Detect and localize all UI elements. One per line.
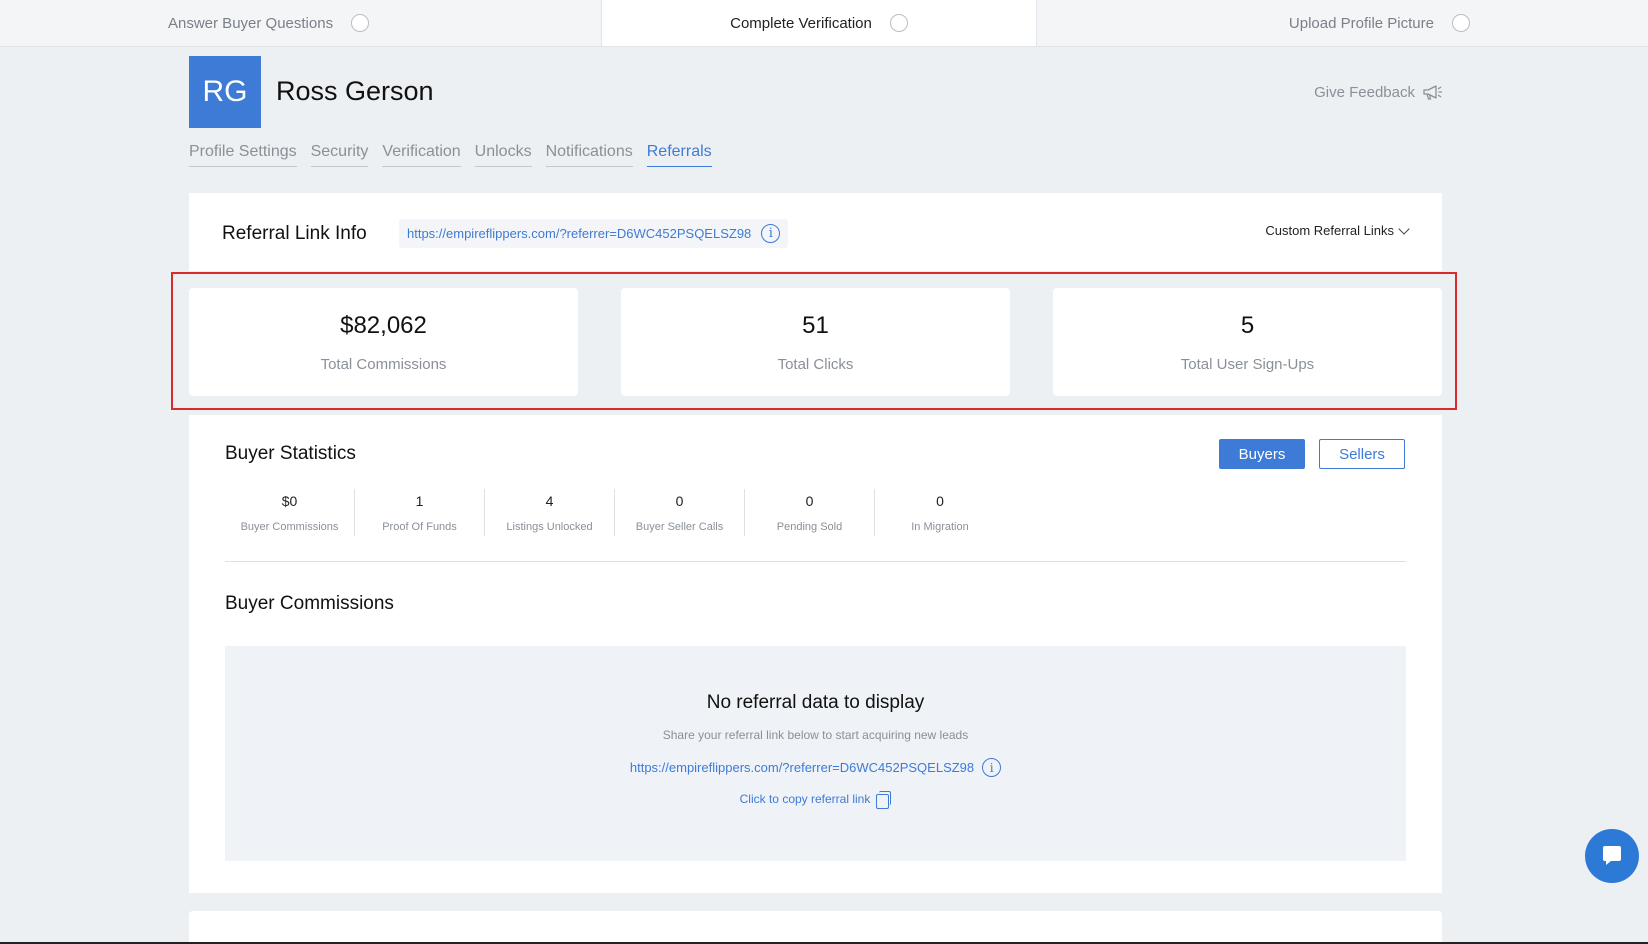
referral-link-card: Referral Link Info https://empireflipper… [189, 193, 1442, 271]
give-feedback-label: Give Feedback [1314, 83, 1415, 101]
custom-referral-links-label: Custom Referral Links [1265, 223, 1394, 238]
referral-link-pill[interactable]: https://empireflippers.com/?referrer=D6W… [399, 219, 789, 248]
stat-label: Total Clicks [777, 356, 854, 373]
buyer-stat-buyer-seller-calls: 0 Buyer Seller Calls [615, 489, 745, 536]
step-circle-icon [889, 14, 908, 32]
info-icon[interactable]: i [982, 758, 1002, 777]
buyer-stat-value: 0 [805, 493, 814, 509]
buyer-statistics-card: Buyer Statistics Buyers Sellers $0 Buyer… [189, 415, 1442, 893]
tab-verification[interactable]: Verification [382, 143, 461, 167]
stat-value: 51 [802, 312, 829, 339]
buyer-statistics-title: Buyer Statistics [225, 443, 356, 464]
profile-tabs: Profile Settings Security Verification U… [189, 143, 712, 167]
empty-state-panel: No referral data to display Share your r… [225, 646, 1406, 861]
buyer-stat-in-migration: 0 In Migration [875, 489, 1005, 536]
buyer-stat-label: Buyer Seller Calls [635, 521, 724, 533]
stat-total-clicks: 51 Total Clicks [621, 288, 1010, 396]
stat-value: $82,062 [340, 312, 427, 339]
referral-link-title: Referral Link Info [222, 223, 367, 244]
buyer-stat-value: 1 [415, 493, 424, 509]
tab-unlocks[interactable]: Unlocks [474, 143, 532, 167]
buyer-stat-value: 0 [936, 493, 944, 509]
buyer-stat-label: In Migration [911, 521, 969, 533]
referral-link-url[interactable]: https://empireflippers.com/?referrer=D6W… [407, 226, 751, 241]
sellers-button[interactable]: Sellers [1319, 439, 1405, 469]
buyer-stat-value: 0 [675, 493, 684, 509]
buyer-stats-row: $0 Buyer Commissions 1 Proof Of Funds 4 … [225, 489, 1005, 536]
buyer-stat-value: 4 [545, 493, 554, 509]
buyer-stat-buyer-commissions: $0 Buyer Commissions [225, 489, 355, 536]
empty-state-title: No referral data to display [706, 692, 925, 713]
info-icon[interactable]: i [761, 224, 781, 243]
empty-state-subtitle: Share your referral link below to start … [662, 728, 969, 742]
copy-referral-link-button[interactable]: Click to copy referral link [225, 791, 1406, 809]
buyer-stat-label: Pending Sold [776, 521, 843, 533]
custom-referral-links-dropdown[interactable]: Custom Referral Links [1265, 222, 1410, 238]
chat-widget-button[interactable] [1585, 829, 1639, 883]
stat-total-commissions: $82,062 Total Commissions [189, 288, 578, 396]
step-circle-icon [1451, 14, 1470, 32]
step-label: Answer Buyer Questions [168, 14, 334, 32]
step-answer-buyer-questions[interactable]: Answer Buyer Questions [0, 0, 601, 46]
step-label: Complete Verification [730, 14, 872, 32]
give-feedback-button[interactable]: Give Feedback [1314, 82, 1443, 102]
copy-icon [876, 791, 892, 809]
buyer-stat-listings-unlocked: 4 Listings Unlocked [485, 489, 615, 536]
tab-profile-settings[interactable]: Profile Settings [189, 143, 297, 167]
buyer-stat-label: Buyer Commissions [240, 521, 339, 533]
step-label: Upload Profile Picture [1288, 14, 1434, 32]
empty-state-referral-url[interactable]: https://empireflippers.com/?referrer=D6W… [630, 760, 974, 775]
onboarding-progress-bar: Answer Buyer Questions Complete Verifica… [0, 0, 1648, 47]
stat-value: 5 [1240, 312, 1255, 339]
step-circle-icon [351, 14, 370, 32]
buyer-commissions-title: Buyer Commissions [225, 593, 394, 614]
avatar: RG [189, 56, 261, 128]
tab-referrals[interactable]: Referrals [646, 143, 712, 167]
buyer-stat-proof-of-funds: 1 Proof Of Funds [355, 489, 485, 536]
empty-state-link-row: https://empireflippers.com/?referrer=D6W… [225, 758, 1406, 777]
buyer-stat-label: Listings Unlocked [506, 521, 593, 533]
divider [225, 561, 1406, 562]
stat-label: Total Commissions [320, 356, 447, 373]
profile-name: Ross Gerson [276, 76, 434, 106]
next-card [189, 911, 1442, 944]
step-complete-verification[interactable]: Complete Verification [601, 0, 1037, 46]
copy-referral-link-label: Click to copy referral link [739, 792, 871, 806]
stat-label: Total User Sign-Ups [1180, 356, 1315, 373]
stat-total-user-sign-ups: 5 Total User Sign-Ups [1053, 288, 1442, 396]
chevron-down-icon [1398, 222, 1410, 235]
buyer-stat-label: Proof Of Funds [382, 521, 457, 533]
buyers-button[interactable]: Buyers [1219, 439, 1305, 469]
tab-notifications[interactable]: Notifications [545, 143, 633, 167]
buyer-stat-pending-sold: 0 Pending Sold [745, 489, 875, 536]
chat-bubble-icon [1603, 846, 1621, 865]
tab-security[interactable]: Security [310, 143, 369, 167]
buyer-stat-value: $0 [281, 493, 298, 509]
megaphone-icon [1423, 85, 1442, 100]
step-upload-profile-picture[interactable]: Upload Profile Picture [1037, 0, 1648, 46]
